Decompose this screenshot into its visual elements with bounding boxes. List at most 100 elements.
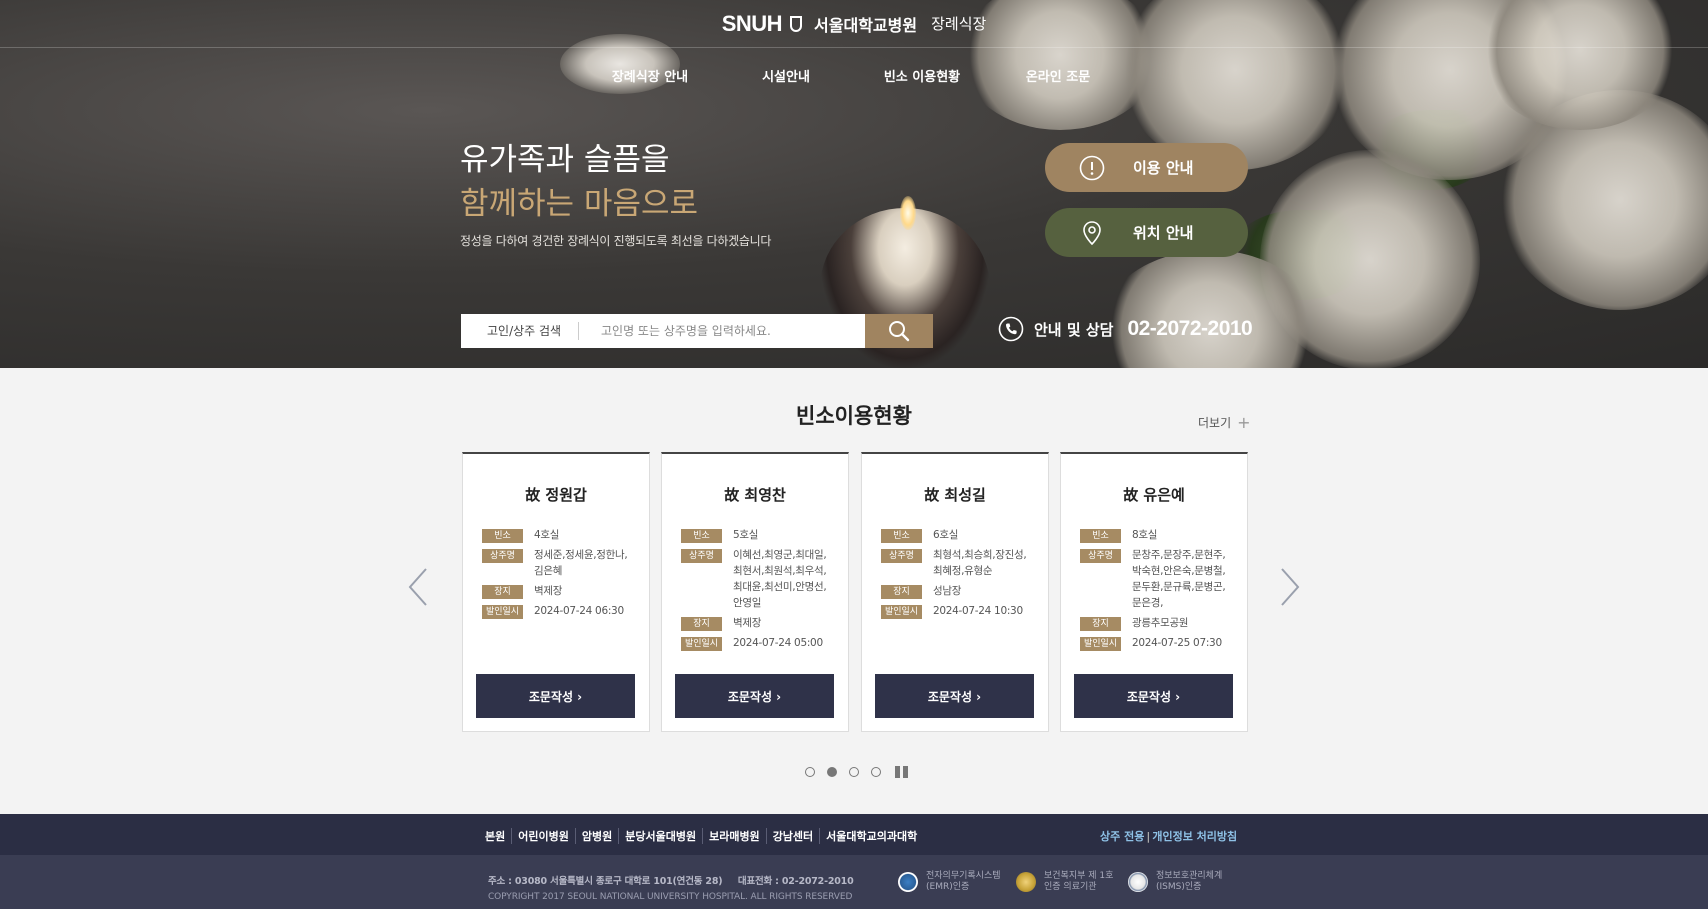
write-condolence-button[interactable]: 조문작성 › — [1074, 674, 1233, 718]
room-value: 5호실 — [733, 529, 759, 541]
footer-link-medicine[interactable]: 서울대학교의과대학 — [819, 828, 923, 844]
footer-link-bundang[interactable]: 분당서울대병원 — [618, 828, 702, 844]
departure-row: 발인일시 2024-07-24 05:00 — [681, 635, 838, 651]
room-tag: 빈소 — [881, 529, 922, 543]
mohw-cert-icon — [1016, 872, 1036, 892]
contact-label: 안내 및 상담 — [1034, 320, 1114, 339]
departure-value: 2024-07-24 06:30 — [534, 605, 624, 617]
logo-emblem-icon — [790, 15, 803, 32]
footer-separator: | — [1146, 830, 1151, 843]
footer-copyright: COPYRIGHT 2017 SEOUL NATIONAL UNIVERSITY… — [488, 892, 853, 902]
room-row: 빈소 6호실 — [881, 527, 1038, 543]
pager-dot-active[interactable] — [827, 767, 837, 777]
search-input[interactable] — [579, 315, 865, 347]
contact-phone: 안내 및 상담 02-2072-2010 — [998, 316, 1253, 342]
search-bar: 고인/상주 검색 — [461, 314, 933, 348]
footer-link-cancer[interactable]: 암병원 — [574, 828, 618, 844]
room-value: 4호실 — [534, 529, 560, 541]
usage-guide-label: 이용 안내 — [1133, 159, 1194, 177]
mourner-value: 문창주,문장주,문현주, 박숙현,안은숙,문병철, 문두환,문규륙,문병곤, 문… — [1132, 549, 1226, 609]
footer-right-links: 상주 전용 | 개인정보 처리방침 — [1100, 828, 1237, 844]
mourner-value: 정세준,정세윤,정한나, 김은혜 — [534, 549, 628, 577]
usage-guide-button[interactable]: 이용 안내 — [1045, 143, 1248, 192]
footer-link-main[interactable]: 본원 — [485, 828, 511, 844]
mourner-row: 상주명 정세준,정세윤,정한나, 김은혜 — [482, 547, 639, 579]
family-site-links: 본원 어린이병원 암병원 분당서울대병원 보라매병원 강남센터 서울대학교의과대… — [485, 828, 923, 844]
burial-tag: 장지 — [681, 617, 722, 631]
room-row: 빈소 4호실 — [482, 527, 639, 543]
departure-value: 2024-07-25 07:30 — [1132, 637, 1222, 649]
prev-arrow-icon[interactable] — [406, 566, 430, 608]
departure-row: 발인일시 2024-07-25 07:30 — [1080, 635, 1237, 651]
write-condolence-button[interactable]: 조문작성 › — [675, 674, 834, 718]
burial-tag: 장지 — [881, 585, 922, 599]
mourner-tag: 상주명 — [1080, 549, 1121, 563]
cert-emr: 전자의무기록시스템 (EMR)인증 — [898, 871, 1001, 893]
room-card: 故 유은예 빈소 8호실 상주명 문창주,문장주,문현주, 박숙현,안은숙,문병철, 문… — [1060, 452, 1248, 732]
burial-value: 벽제장 — [733, 617, 762, 629]
burial-value: 성남장 — [933, 585, 962, 597]
room-value: 8호실 — [1132, 529, 1158, 541]
room-card: 故 최성길 빈소 6호실 상주명 최형석,최승희,장진성, 최혜정,유형순 장지 성남장 발인… — [861, 452, 1049, 732]
emr-cert-icon — [898, 872, 918, 892]
footer-address: 주소 : 03080 서울특별시 종로구 대학로 101(연건동 28) 대표전… — [488, 876, 854, 887]
footer-link-boramae[interactable]: 보라매병원 — [702, 828, 766, 844]
cert-isms-line1: 정보보호관리체계 — [1156, 871, 1223, 881]
burial-tag: 장지 — [482, 585, 523, 599]
privacy-policy-link[interactable]: 개인정보 처리방침 — [1152, 830, 1237, 843]
location-guide-button[interactable]: 위치 안내 — [1045, 208, 1248, 257]
plus-icon: + — [1237, 413, 1251, 432]
departure-row: 발인일시 2024-07-24 10:30 — [881, 603, 1038, 619]
hero-headline: 유가족과 슬픔을 함께하는 마음으로 — [460, 138, 698, 226]
hero-banner: SNUH 서울대학교병원 장례식장 장례식장 안내 시설안내 빈소 이용현황 온… — [0, 0, 1708, 368]
pager-dot[interactable] — [871, 767, 881, 777]
exclamation-icon — [1079, 155, 1105, 180]
departure-tag: 발인일시 — [681, 637, 722, 651]
room-tag: 빈소 — [482, 529, 523, 543]
departure-row: 발인일시 2024-07-24 06:30 — [482, 603, 639, 619]
cert-mohw-line2: 인증 의료기관 — [1044, 882, 1097, 892]
nav-item-room-status[interactable]: 빈소 이용현황 — [854, 66, 990, 85]
pause-icon[interactable] — [895, 766, 908, 778]
pager-dot[interactable] — [849, 767, 859, 777]
mourner-value: 최형석,최승희,장진성, 최혜정,유형순 — [933, 549, 1027, 577]
headline-line-2: 함께하는 마음으로 — [460, 186, 699, 222]
room-card: 故 정원갑빈소 4호실상주명 정세준,정세윤,정한나, 김은혜장지 벽제장발인일시 20… — [462, 452, 650, 732]
search-button[interactable] — [865, 314, 933, 348]
write-condolence-button[interactable]: 조문작성 › — [476, 674, 635, 718]
departure-tag: 발인일시 — [881, 605, 922, 619]
contact-number[interactable]: 02-2072-2010 — [1127, 317, 1252, 341]
nav-item-facilities[interactable]: 시설안내 — [718, 66, 854, 85]
section-title: 빈소이용현황 — [796, 404, 912, 428]
pager-dot[interactable] — [805, 767, 815, 777]
location-pin-icon — [1083, 220, 1101, 245]
cert-isms-line2: (ISMS)인증 — [1156, 882, 1202, 892]
search-category[interactable]: 고인/상주 검색 — [461, 322, 579, 340]
burial-tag: 장지 — [1080, 617, 1121, 631]
burial-row: 장지 벽제장 — [482, 583, 639, 599]
burial-row: 장지 벽제장 — [681, 615, 838, 631]
departure-tag: 발인일시 — [482, 605, 523, 619]
logo-hospital-name[interactable]: 서울대학교병원 — [814, 12, 917, 36]
burial-value: 광릉추모공원 — [1132, 617, 1189, 629]
nav-item-online-condolence[interactable]: 온라인 조문 — [990, 66, 1126, 85]
footer-info-bar — [0, 855, 1708, 909]
cert-mohw-line1: 보건복지부 제 1호 — [1044, 871, 1114, 881]
departure-value: 2024-07-24 05:00 — [733, 637, 823, 649]
cert-emr-line1: 전자의무기록시스템 — [926, 871, 1001, 881]
deceased-name: 故 정원갑 — [525, 486, 587, 504]
cert-emr-line2: (EMR)인증 — [926, 882, 970, 892]
mourner-tag: 상주명 — [482, 549, 523, 563]
logo-snuh[interactable]: SNUH — [722, 11, 783, 37]
next-arrow-icon[interactable] — [1278, 566, 1302, 608]
mourner-row: 상주명 최형석,최승희,장진성, 최혜정,유형순 — [881, 547, 1038, 579]
mourner-only-link[interactable]: 상주 전용 — [1100, 830, 1144, 843]
nav-item-funeral-guide[interactable]: 장례식장 안내 — [582, 66, 718, 85]
headline-line-1: 유가족과 슬픔을 — [460, 142, 670, 178]
room-tag: 빈소 — [681, 529, 722, 543]
mourner-tag: 상주명 — [881, 549, 922, 563]
write-condolence-button[interactable]: 조문작성 › — [875, 674, 1034, 718]
more-link[interactable]: 더보기 + — [1198, 413, 1251, 432]
footer-link-gangnam[interactable]: 강남센터 — [765, 828, 819, 844]
footer-link-children[interactable]: 어린이병원 — [511, 828, 575, 844]
